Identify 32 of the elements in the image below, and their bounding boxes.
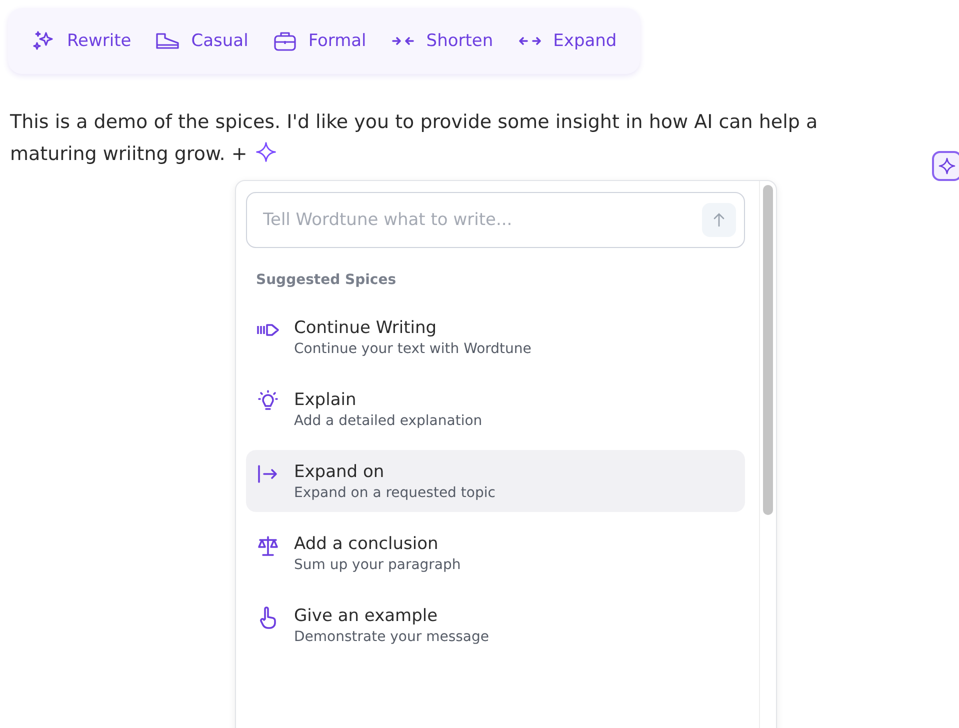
sparkle-icon bbox=[938, 157, 956, 175]
spice-description: Sum up your paragraph bbox=[294, 557, 461, 573]
spice-item[interactable]: Continue Writing Continue your text with Wordtune bbox=[246, 306, 745, 368]
sparkle-icon[interactable] bbox=[255, 141, 278, 163]
scrollbar[interactable] bbox=[759, 181, 776, 728]
prompt-field[interactable]: Tell Wordtune what to write... bbox=[246, 192, 745, 248]
toolbar-button[interactable]: Expand bbox=[506, 23, 628, 59]
paragraph-line: This is a demo of the spices. I'd like you to provide some insight in how AI can help a bbox=[10, 111, 818, 133]
spice-item[interactable]: Add a conclusion Sum up your paragraph bbox=[246, 522, 745, 584]
spice-title: Give an example bbox=[294, 606, 439, 626]
spice-item[interactable]: Expand on Expand on a requested topic bbox=[246, 450, 745, 512]
briefcase-icon bbox=[272, 29, 298, 53]
spice-description: Add a detailed explanation bbox=[294, 413, 482, 429]
spice-title: Expand on bbox=[294, 462, 386, 482]
toolbar-button[interactable]: Formal bbox=[261, 23, 378, 59]
spice-description: Expand on a requested topic bbox=[294, 485, 496, 501]
section-title: Suggested Spices bbox=[256, 272, 398, 288]
spice-title: Explain bbox=[294, 390, 358, 410]
toolbar-button[interactable]: Rewrite bbox=[20, 23, 142, 59]
spice-description: Continue your text with Wordtune bbox=[294, 341, 532, 357]
scale-icon bbox=[256, 534, 280, 558]
toolbar-button[interactable]: Casual bbox=[144, 23, 260, 59]
spice-item[interactable]: Give an example Demonstrate your message bbox=[246, 594, 745, 656]
spice-item[interactable]: Explain Add a detailed explanation bbox=[246, 378, 745, 440]
toolbar-button[interactable]: Shorten bbox=[379, 23, 504, 59]
spice-title: Continue Writing bbox=[294, 318, 438, 338]
send-button[interactable] bbox=[702, 203, 736, 237]
spice-description: Demonstrate your message bbox=[294, 629, 489, 645]
ai-assist-button[interactable] bbox=[932, 151, 959, 181]
spice-title: Add a conclusion bbox=[294, 534, 440, 554]
paragraph-line: maturing wriitng grow. + bbox=[10, 143, 248, 165]
arrow-to-right-icon bbox=[256, 462, 280, 486]
